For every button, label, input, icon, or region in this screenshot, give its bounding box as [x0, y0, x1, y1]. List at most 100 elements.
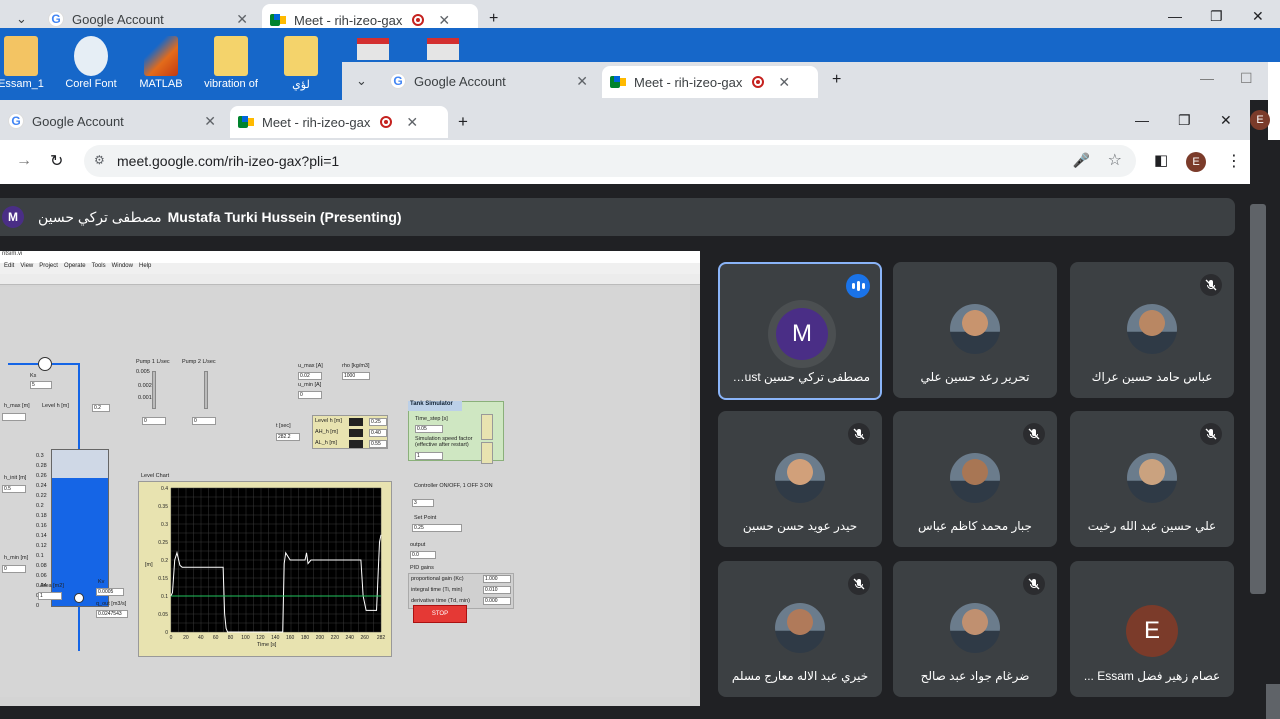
- x-tick-label: 120: [256, 635, 265, 641]
- h-max-field[interactable]: [2, 413, 26, 421]
- stop-button[interactable]: STOP: [413, 605, 467, 623]
- u-min-field[interactable]: 0: [298, 391, 322, 399]
- kc-field[interactable]: 1.000: [483, 575, 511, 583]
- close-icon[interactable]: ✕: [204, 113, 216, 130]
- restore-button[interactable]: ❐: [1178, 112, 1191, 129]
- level-h-field[interactable]: 0.25: [369, 418, 387, 426]
- y-tick-label: 0.15: [158, 576, 168, 582]
- main-tab-google-account[interactable]: G Google Account ✕: [0, 108, 224, 134]
- close-icon[interactable]: ✕: [438, 12, 450, 29]
- rho-field[interactable]: 1000: [342, 372, 370, 380]
- participant-tile[interactable]: ضرغام جواد عبد صالح: [893, 561, 1057, 697]
- participant-tile[interactable]: حيدر عويد حسن حسين: [718, 411, 882, 547]
- restore-button[interactable]: ☐: [1240, 70, 1253, 87]
- shared-screen: ntsim.vi Edit View Project Operate Tools…: [0, 251, 700, 706]
- new-tab-plus-icon[interactable]: +: [458, 112, 468, 132]
- menu-window[interactable]: Window: [112, 263, 133, 274]
- participant-photo: [1127, 453, 1177, 503]
- participant-tile[interactable]: جبار محمد كاظم عباس: [893, 411, 1057, 547]
- desktop-icon-label: Essam_1: [0, 78, 44, 90]
- level-chart-svg: 0 20 40 60 80 100 120 140 160 180 200 220 240 260 282 0…: [158, 486, 385, 641]
- forward-arrow-icon[interactable]: →: [16, 152, 32, 170]
- middle-tab-google-account[interactable]: G Google Account ✕: [382, 68, 596, 94]
- x-tick-label: 0: [170, 635, 173, 641]
- sim-tab[interactable]: [481, 414, 493, 440]
- ks-field[interactable]: 5: [30, 381, 52, 389]
- participant-tile[interactable]: تحرير رعد حسين علي: [893, 262, 1057, 398]
- area-field[interactable]: 1: [38, 592, 62, 600]
- h-init-field[interactable]: 0.5: [2, 485, 26, 493]
- inlet-pipe: [52, 363, 80, 365]
- h-min-label: h_min [m]: [4, 555, 29, 561]
- bookmark-star-icon[interactable]: ☆: [1108, 150, 1122, 170]
- microphone-icon[interactable]: 🎤: [1073, 152, 1090, 169]
- desktop-icon-essam[interactable]: Essam_1: [0, 36, 56, 90]
- site-settings-icon[interactable]: ⚙: [94, 153, 105, 167]
- controller-field[interactable]: 3: [412, 499, 434, 507]
- minimize-button[interactable]: —: [1135, 112, 1149, 128]
- close-icon[interactable]: ✕: [576, 73, 588, 90]
- ti-field[interactable]: 0.010: [483, 586, 511, 594]
- middle-tab-meet[interactable]: Meet - rih-izeo-gax ✕: [602, 66, 818, 98]
- h-min-field[interactable]: 0: [2, 565, 26, 573]
- desktop-icon-vibration[interactable]: vibration of: [196, 36, 266, 90]
- url-omnibox[interactable]: ⚙ meet.google.com/rih-izeo-gax?pli=1 🎤 ☆: [84, 145, 1136, 177]
- desktop-icon-folder[interactable]: لؤي: [266, 36, 336, 91]
- scrollbar[interactable]: [1250, 204, 1266, 594]
- scrollbar-lower[interactable]: [1266, 684, 1280, 719]
- profile-avatar[interactable]: E: [1250, 110, 1270, 130]
- setpoint-field[interactable]: 0.25: [412, 524, 462, 532]
- more-menu-icon[interactable]: ⋮: [1226, 151, 1242, 171]
- tab-label: Google Account: [414, 73, 506, 89]
- pump2-field[interactable]: 0: [192, 417, 216, 425]
- participant-name: عباس حامد حسين عراك: [1091, 370, 1213, 384]
- all-field[interactable]: 0.55: [369, 440, 387, 448]
- speed-field[interactable]: 1: [415, 452, 443, 460]
- pump1-slider[interactable]: [152, 371, 156, 409]
- participant-tile[interactable]: E عصام زهير فضل Essam ...: [1070, 561, 1234, 697]
- tab-search-button[interactable]: ⌄: [348, 68, 378, 94]
- participant-tile[interactable]: خيري عبد الاله معارج مسلم: [718, 561, 882, 697]
- window-close-button[interactable]: ✕: [1252, 8, 1264, 25]
- mic-off-icon: [848, 573, 870, 595]
- close-icon[interactable]: ✕: [236, 11, 248, 28]
- menu-view[interactable]: View: [20, 263, 33, 274]
- pdf-file-icon[interactable]: [357, 38, 389, 60]
- participant-tile[interactable]: علي حسين عبد الله رخيت: [1070, 411, 1234, 547]
- ahh-field[interactable]: 0.40: [369, 429, 387, 437]
- sim-tab[interactable]: [481, 442, 493, 464]
- reload-icon[interactable]: ↻: [50, 151, 63, 171]
- td-field[interactable]: 0.000: [483, 597, 511, 605]
- profile-avatar[interactable]: E: [1186, 152, 1206, 172]
- close-icon[interactable]: ✕: [778, 74, 790, 91]
- menu-project[interactable]: Project: [39, 263, 58, 274]
- u-max-field[interactable]: 0.02: [298, 372, 322, 380]
- restore-button[interactable]: ❐: [1210, 8, 1223, 25]
- pdf-file-icon[interactable]: [427, 38, 459, 60]
- participant-tile[interactable]: M مصطفى تركي حسين Must...: [718, 262, 882, 400]
- minimize-button[interactable]: —: [1168, 8, 1182, 24]
- minimize-button[interactable]: —: [1200, 70, 1214, 86]
- menu-help[interactable]: Help: [139, 263, 151, 274]
- participant-photo: [950, 304, 1000, 354]
- desktop-icon-matlab[interactable]: MATLAB: [126, 36, 196, 90]
- main-tab-meet[interactable]: Meet - rih-izeo-gax ✕: [230, 106, 448, 138]
- time-step-field[interactable]: 0.05: [415, 425, 443, 433]
- new-tab-plus-icon[interactable]: +: [832, 71, 841, 89]
- pump2-slider[interactable]: [204, 371, 208, 409]
- close-icon[interactable]: ✕: [406, 114, 418, 131]
- kv-field[interactable]: 0.0005: [96, 588, 124, 596]
- u-min-label: u_min [A]: [298, 382, 322, 388]
- desktop-icon-corel-font[interactable]: Corel Font: [56, 36, 126, 90]
- new-tab-plus-icon[interactable]: +: [489, 10, 498, 28]
- y-tick-label: 0.05: [158, 612, 168, 618]
- window-close-button[interactable]: ✕: [1220, 112, 1232, 129]
- side-panel-icon[interactable]: ◧: [1154, 151, 1168, 169]
- pump1-field[interactable]: 0: [142, 417, 166, 425]
- menu-edit[interactable]: Edit: [4, 263, 14, 274]
- participant-photo: [775, 453, 825, 503]
- participant-tile[interactable]: عباس حامد حسين عراك: [1070, 262, 1234, 398]
- menu-tools[interactable]: Tools: [92, 263, 106, 274]
- menu-operate[interactable]: Operate: [64, 263, 86, 274]
- area-label: Area [m2]: [40, 583, 64, 589]
